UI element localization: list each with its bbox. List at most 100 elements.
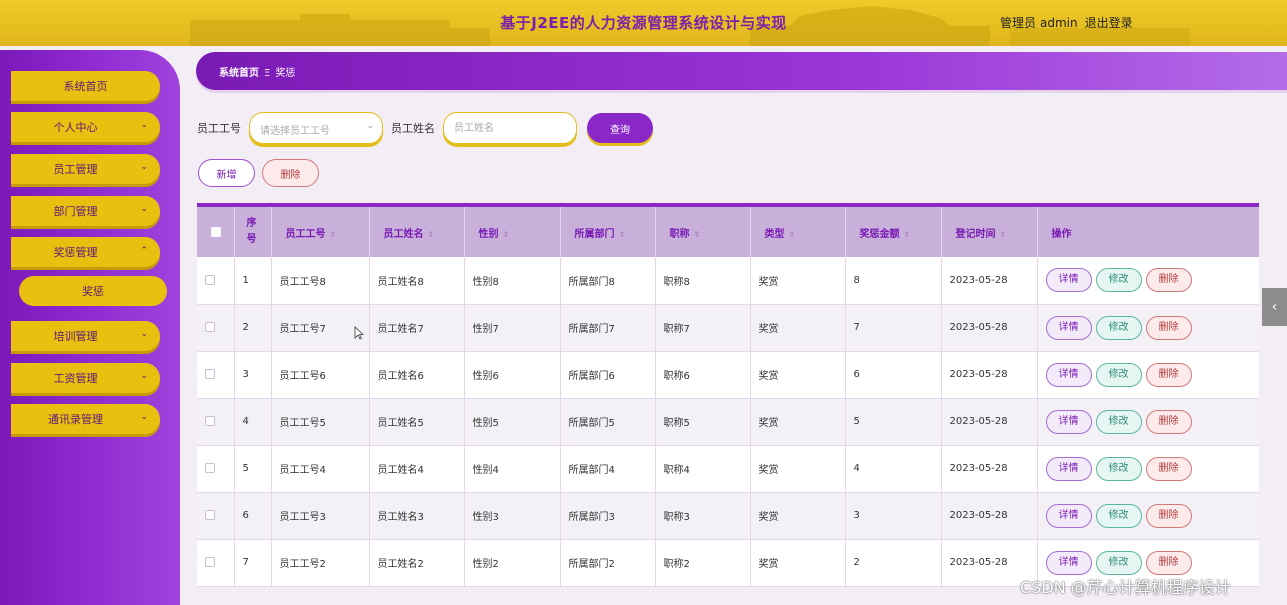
cell-gender: 性别6 (464, 351, 561, 399)
row-checkbox[interactable] (205, 416, 215, 426)
cell-amount: 4 (845, 445, 942, 493)
delete-button[interactable]: 删除 (1145, 315, 1192, 340)
cell-dept: 所属部门5 (560, 398, 656, 446)
cell-date: 2023-05-28 (941, 492, 1038, 540)
sort-icon[interactable]: ⇕ (904, 230, 911, 239)
sidebar-item-salary-management[interactable]: 工资管理 ⌄ (11, 363, 160, 393)
header-ops: 操作 (1037, 207, 1259, 257)
row-checkbox[interactable] (205, 322, 215, 332)
sidebar-item-label: 奖惩管理 (53, 246, 98, 259)
header-type[interactable]: 类型 ⇕ (750, 207, 846, 257)
logout-link[interactable]: 退出登录 (1085, 16, 1133, 30)
chevron-down-icon: ⌄ (140, 204, 148, 214)
cell-emp-name: 员工姓名4 (369, 445, 465, 493)
cell-emp-no: 员工工号2 (271, 539, 370, 587)
edit-button[interactable]: 修改 (1095, 503, 1142, 528)
delete-button[interactable]: 删除 (1145, 268, 1192, 293)
emp-no-select[interactable]: 请选择员工工号 ⌄ (249, 112, 383, 144)
sort-icon[interactable]: ⇕ (789, 230, 796, 239)
chevron-left-icon: ‹ (1271, 299, 1278, 315)
sort-icon[interactable]: ⇕ (503, 230, 510, 239)
cell-title: 职称7 (655, 304, 751, 352)
header-date[interactable]: 登记时间 ⇕ (941, 207, 1038, 257)
sort-icon[interactable]: ⇕ (694, 230, 701, 239)
cell-title: 职称5 (655, 398, 751, 446)
row-checkbox[interactable] (205, 463, 215, 473)
cell-date: 2023-05-28 (941, 257, 1038, 305)
edit-button[interactable]: 修改 (1095, 456, 1142, 481)
header-emp-no[interactable]: 员工工号 ⇕ (271, 207, 370, 257)
delete-button[interactable]: 删除 (1145, 362, 1192, 387)
delete-button[interactable]: 删除 (1145, 503, 1192, 528)
sidebar-item-department-management[interactable]: 部门管理 ⌄ (11, 196, 160, 226)
table-row: 3 员工工号6 员工姓名6 性别6 所属部门6 职称6 奖赏 6 2023-05-28 详情 修改删… (197, 351, 1259, 399)
header-label: 奖惩金额 (859, 228, 900, 240)
sidebar-item-label: 个人中心 (53, 121, 98, 134)
select-all-checkbox[interactable] (211, 226, 221, 237)
sidebar-item-training-management[interactable]: 培训管理 ⌄ (11, 321, 160, 351)
breadcrumb-home[interactable]: 系统首页 (219, 68, 259, 79)
edit-button[interactable]: 修改 (1095, 409, 1142, 434)
detail-button[interactable]: 详情 (1045, 409, 1092, 434)
sidebar-item-employee-management[interactable]: 员工管理 ⌄ (11, 154, 160, 184)
detail-button[interactable]: 详情 (1045, 503, 1092, 528)
add-button[interactable]: 新增 (198, 159, 255, 187)
query-button[interactable]: 查询 (587, 113, 653, 143)
cell-gender: 性别8 (464, 257, 561, 305)
mouse-cursor-icon (354, 326, 364, 340)
collapse-panel-button[interactable]: ‹ (1262, 288, 1287, 326)
delete-button[interactable]: 删除 (1145, 456, 1192, 481)
cell-dept: 所属部门6 (560, 351, 656, 399)
batch-delete-button[interactable]: 删除 (262, 159, 319, 187)
cell-emp-name: 员工姓名7 (369, 304, 465, 352)
cell-emp-name: 员工姓名8 (369, 257, 465, 305)
sidebar-subitem-reward[interactable]: 奖惩 (19, 276, 167, 306)
detail-button[interactable]: 详情 (1045, 456, 1092, 481)
cell-type: 奖赏 (750, 351, 846, 399)
cell-ops: 详情 修改 删除 (1037, 257, 1259, 305)
delete-button[interactable]: 删除 (1145, 550, 1192, 575)
header-emp-name[interactable]: 员工姓名 ⇕ (369, 207, 465, 257)
edit-button[interactable]: 修改 (1095, 315, 1142, 340)
header-title[interactable]: 职称 ⇕ (655, 207, 751, 257)
header-gender[interactable]: 性别 ⇕ (464, 207, 561, 257)
detail-button[interactable]: 详情 (1045, 362, 1092, 387)
sort-icon[interactable]: ⇕ (619, 230, 626, 239)
edit-button[interactable]: 修改 (1095, 550, 1142, 575)
chevron-down-icon: ⌄ (140, 371, 148, 381)
row-checkbox[interactable] (205, 369, 215, 379)
cell-type: 奖赏 (750, 445, 846, 493)
sidebar-item-home[interactable]: 系统首页 (11, 71, 160, 101)
sidebar-item-personal-center[interactable]: 个人中心 ⌄ (11, 112, 160, 142)
header-dept[interactable]: 所属部门 ⇕ (560, 207, 656, 257)
chevron-up-icon: ⌃ (140, 246, 148, 256)
detail-button[interactable]: 详情 (1045, 550, 1092, 575)
row-checkbox[interactable] (205, 510, 215, 520)
table-row: 5 员工工号4 员工姓名4 性别4 所属部门4 职称4 奖赏 4 2023-05-28 详情 修改删… (197, 445, 1259, 493)
emp-no-label: 员工工号 (197, 122, 241, 135)
cell-dept: 所属部门7 (560, 304, 656, 352)
detail-button[interactable]: 详情 (1045, 268, 1092, 293)
cell-dept: 所属部门2 (560, 539, 656, 587)
header-label: 员工工号 (285, 228, 326, 240)
cell-date: 2023-05-28 (941, 398, 1038, 446)
sort-icon[interactable]: ⇕ (330, 230, 337, 239)
row-checkbox[interactable] (205, 557, 215, 567)
cell-ops: 详情 修改 删除 (1037, 445, 1259, 493)
row-checkbox[interactable] (205, 274, 215, 285)
sidebar-item-reward-management[interactable]: 奖惩管理 ⌃ (11, 237, 160, 267)
cell-emp-no: 员工工号5 (271, 398, 370, 446)
header-index: 序号 (234, 207, 272, 257)
edit-button[interactable]: 修改 (1095, 362, 1142, 387)
header-index-label: 序号 (246, 218, 257, 245)
detail-button[interactable]: 详情 (1045, 315, 1092, 340)
emp-name-input[interactable] (443, 112, 577, 144)
breadcrumb-current: 奖惩 (275, 68, 296, 79)
delete-button[interactable]: 删除 (1145, 409, 1192, 434)
sort-icon[interactable]: ⇕ (428, 230, 435, 239)
sort-icon[interactable]: ⇕ (1000, 230, 1007, 239)
header-amount[interactable]: 奖惩金额 ⇕ (845, 207, 942, 257)
header-label: 登记时间 (955, 228, 996, 240)
edit-button[interactable]: 修改 (1095, 268, 1142, 293)
sidebar-item-contacts-management[interactable]: 通讯录管理 ⌄ (11, 404, 160, 434)
